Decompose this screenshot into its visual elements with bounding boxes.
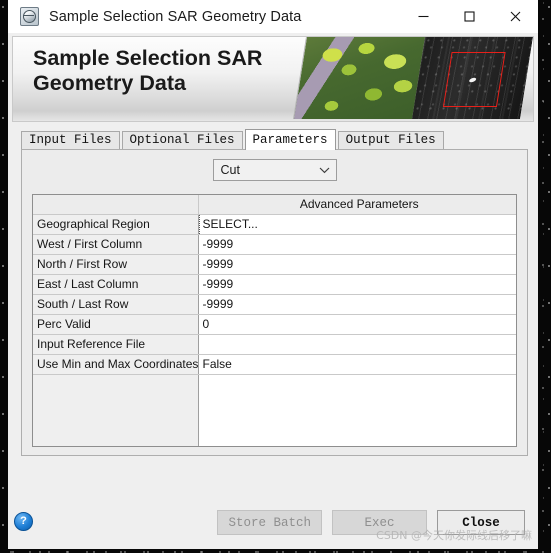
tab-output-files[interactable]: Output Files: [337, 131, 444, 149]
param-label-input-reference-file: Input Reference File: [33, 334, 199, 355]
param-value-south-last-row[interactable]: -9999: [197, 294, 516, 315]
header-banner: Sample Selection SAR Geometry Data: [12, 36, 534, 122]
param-label-use-min-and-max-coordinates: Use Min and Max Coordinates: [33, 354, 199, 375]
param-label-perc-valid: Perc Valid: [33, 314, 199, 335]
param-value-input-reference-file[interactable]: [197, 334, 516, 355]
param-value-perc-valid[interactable]: 0: [197, 314, 516, 335]
mode-select-row: Cut: [22, 150, 527, 181]
tab-parameters[interactable]: Parameters: [244, 129, 336, 150]
banner-title: Sample Selection SAR Geometry Data: [33, 46, 313, 96]
param-value-geographical-region[interactable]: SELECT...: [197, 214, 516, 235]
table-row[interactable]: East / Last Column -9999: [33, 274, 516, 295]
table-row[interactable]: South / Last Row -9999: [33, 294, 516, 315]
mode-select[interactable]: Cut: [212, 159, 337, 181]
window-title: Sample Selection SAR Geometry Data: [49, 8, 302, 25]
tab-strip: Input Files Optional Files Parameters Ou…: [21, 129, 538, 150]
title-bar: Sample Selection SAR Geometry Data: [8, 0, 538, 33]
banner-image-strip: [293, 37, 533, 119]
param-value-north-first-row[interactable]: -9999: [197, 254, 516, 275]
table-header-row: Advanced Parameters: [33, 195, 516, 215]
globe-icon: [20, 7, 39, 26]
advanced-parameters-table: Advanced Parameters Geographical Region …: [33, 195, 516, 446]
param-value-east-last-column[interactable]: -9999: [197, 274, 516, 295]
tab-input-files[interactable]: Input Files: [21, 131, 120, 149]
advanced-parameters-table-wrap[interactable]: Advanced Parameters Geographical Region …: [32, 194, 517, 447]
table-row[interactable]: Use Min and Max Coordinates False: [33, 354, 516, 375]
param-label-south-last-row: South / Last Row: [33, 294, 199, 315]
application-window: Sample Selection SAR Geometry Data Sampl…: [8, 0, 538, 549]
watermark: CSDN @今天你发际线后移了嘛: [376, 529, 532, 542]
tab-optional-files[interactable]: Optional Files: [121, 131, 243, 149]
close-icon[interactable]: [492, 0, 538, 33]
table-header-blank: [33, 195, 199, 215]
param-value-use-min-and-max-coordinates[interactable]: False: [197, 354, 516, 375]
store-batch-button[interactable]: Store Batch: [217, 510, 322, 535]
minimize-icon[interactable]: [400, 0, 446, 33]
maximize-icon[interactable]: [446, 0, 492, 33]
table-row[interactable]: Input Reference File: [33, 334, 516, 355]
table-header-advanced-parameters: Advanced Parameters: [197, 195, 516, 215]
sar-thumbnail: [412, 37, 533, 119]
param-label-north-first-row: North / First Row: [33, 254, 199, 275]
table-filler-right: [198, 374, 516, 446]
table-filler-row: [33, 374, 516, 446]
param-label-west-first-column: West / First Column: [33, 234, 199, 255]
table-row[interactable]: Perc Valid 0: [33, 314, 516, 335]
table-row[interactable]: West / First Column -9999: [33, 234, 516, 255]
param-value-west-first-column[interactable]: -9999: [197, 234, 516, 255]
param-label-geographical-region: Geographical Region: [33, 214, 199, 235]
parameters-panel: Cut Advanced Parameters Geographical Reg: [21, 149, 528, 456]
window-controls: [400, 0, 538, 33]
param-label-east-last-column: East / Last Column: [33, 274, 199, 295]
chevron-down-icon: [314, 166, 336, 174]
banner-title-line1: Sample Selection SAR: [33, 46, 263, 70]
table-row[interactable]: North / First Row -9999: [33, 254, 516, 275]
optical-thumbnail: [294, 37, 425, 119]
banner-title-line2: Geometry Data: [33, 71, 186, 95]
table-row[interactable]: Geographical Region SELECT...: [33, 214, 516, 235]
table-filler-left: [33, 374, 199, 446]
footer-bar: ? Store Batch Exec Close CSDN @今天你发际线后移了…: [8, 501, 538, 549]
mode-select-value: Cut: [220, 163, 240, 177]
help-icon[interactable]: ?: [14, 512, 33, 531]
